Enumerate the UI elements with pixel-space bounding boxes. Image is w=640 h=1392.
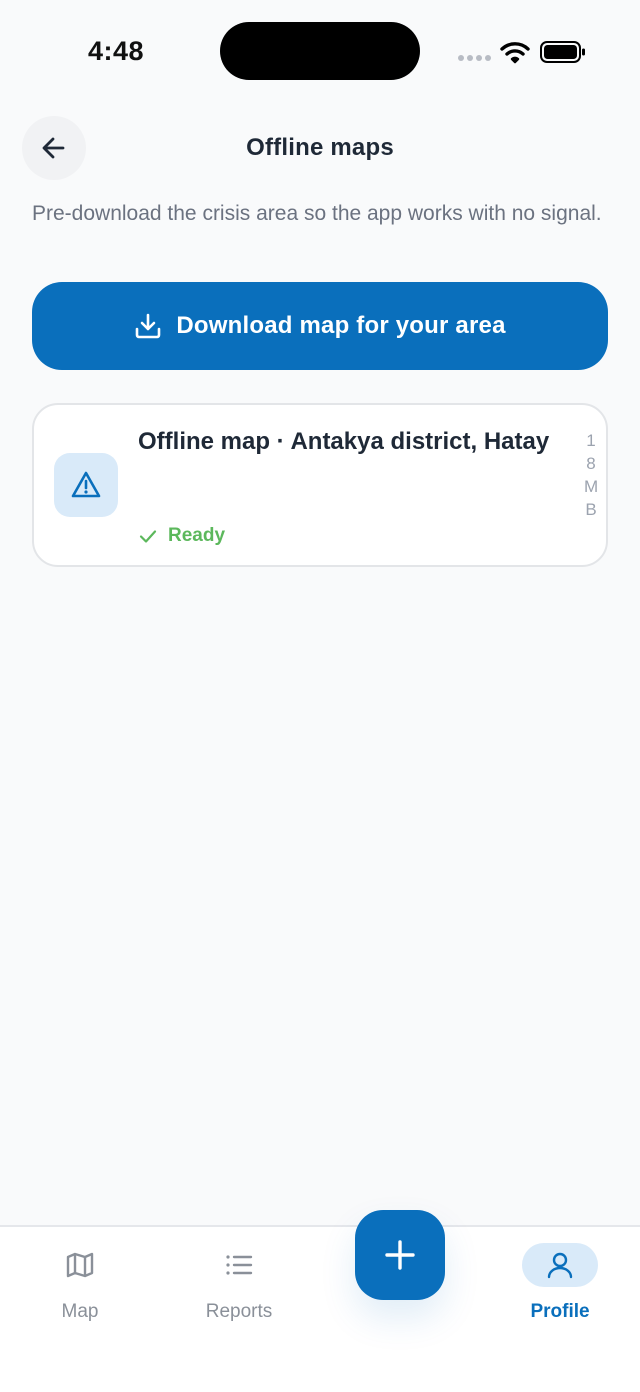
battery-icon — [540, 41, 585, 63]
user-icon — [547, 1252, 573, 1279]
page-title: Offline maps — [246, 134, 394, 161]
check-icon — [139, 530, 157, 543]
status-ready-label: Ready — [168, 525, 226, 546]
warning-triangle-icon — [71, 471, 101, 498]
nav-item-reports[interactable]: Reports — [179, 1243, 299, 1333]
nav-label-map: Map — [61, 1301, 99, 1322]
dynamic-island — [220, 22, 420, 80]
offline-map-size: 18MB — [584, 431, 599, 519]
nav-item-profile[interactable]: Profile — [500, 1243, 620, 1333]
offline-map-status: Ready — [138, 525, 225, 547]
offline-map-card[interactable]: Offline map · Antakya district, Hatay 18… — [32, 403, 608, 567]
download-icon — [136, 313, 161, 339]
plus-icon — [385, 1240, 415, 1270]
nav-label-profile: Profile — [530, 1301, 590, 1322]
signal-dots-icon — [458, 55, 492, 61]
offline-map-title: Offline map · Antakya district, Hatay — [138, 428, 550, 455]
nav-label-reports: Reports — [205, 1301, 273, 1322]
page-description: Pre-download the crisis area so the app … — [32, 202, 602, 225]
map-icon — [66, 1252, 94, 1278]
add-report-button[interactable] — [355, 1210, 445, 1300]
status-bar: 4:48 — [0, 0, 640, 100]
list-icon — [226, 1255, 253, 1275]
wifi-icon — [500, 42, 530, 64]
status-time: 4:48 — [88, 36, 145, 66]
offline-maps-screen: 4:48 Offline maps Pre-download the crisi… — [0, 0, 640, 1392]
nav-item-map[interactable]: Map — [20, 1243, 140, 1333]
bottom-nav: Map Reports Profile — [0, 1225, 640, 1392]
card-icon-box — [54, 453, 118, 517]
download-button-label: Download map for your area — [176, 312, 506, 339]
download-map-button[interactable]: Download map for your area — [32, 282, 608, 370]
